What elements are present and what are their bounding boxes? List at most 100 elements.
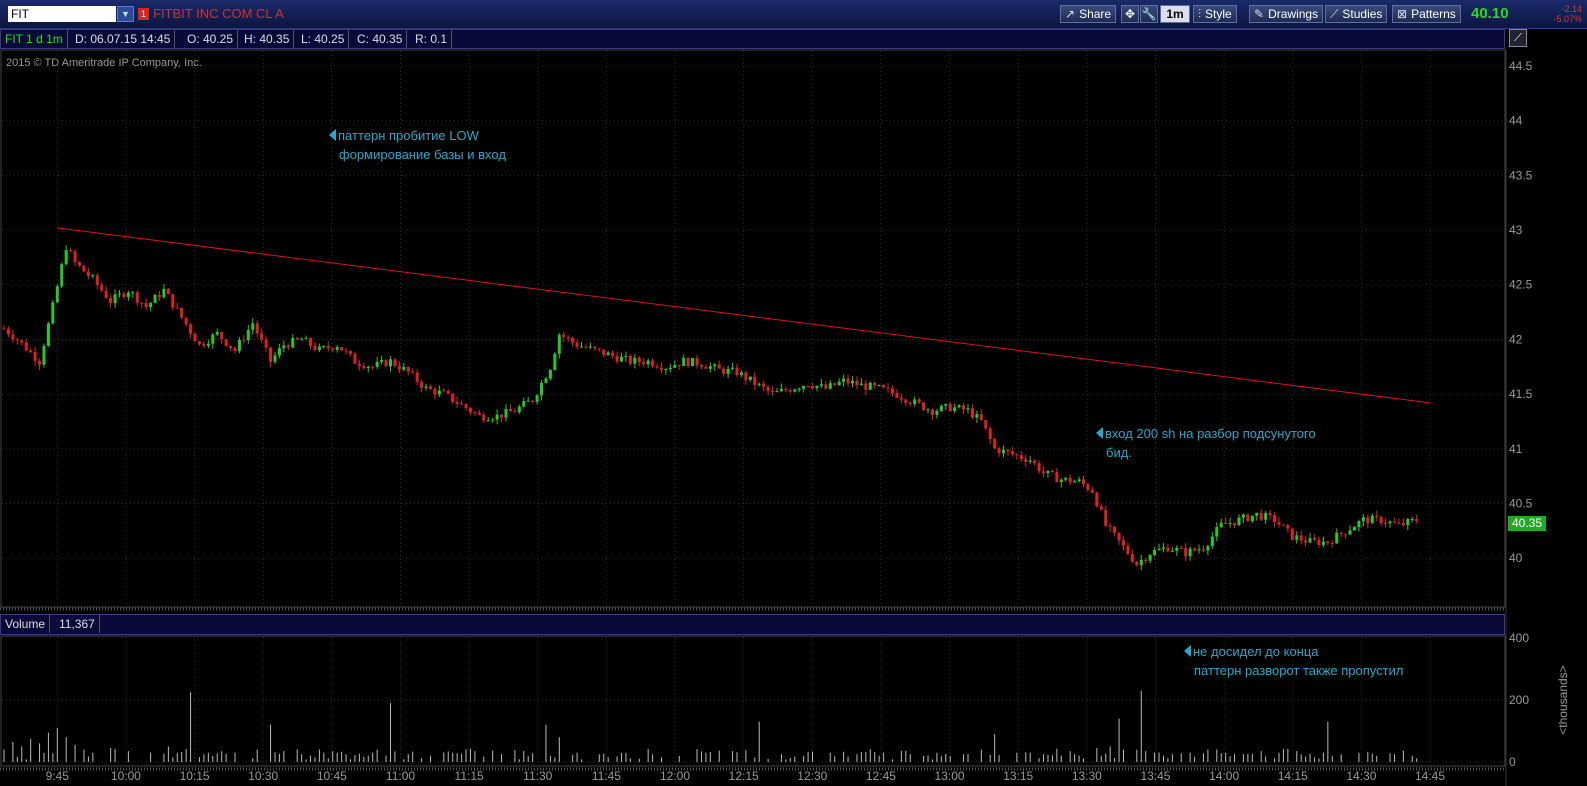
candle-body xyxy=(1197,549,1201,551)
candle-body xyxy=(899,397,903,400)
annotation-line: бид. xyxy=(1106,445,1132,460)
candle-body xyxy=(659,367,663,370)
candle-body xyxy=(1130,554,1134,562)
candle-body xyxy=(704,366,708,369)
candle-body xyxy=(406,366,410,372)
time-tick-label: 14:00 xyxy=(1209,769,1239,783)
candle-body xyxy=(611,352,615,356)
candle-body xyxy=(1028,460,1032,462)
candle-body xyxy=(682,358,686,366)
candle-body xyxy=(655,366,659,368)
candle-body xyxy=(95,275,99,285)
candle-body xyxy=(446,390,450,394)
candle-body xyxy=(86,271,90,276)
candle-body xyxy=(597,348,601,350)
candle-body xyxy=(1193,548,1197,551)
candle-body xyxy=(855,380,859,386)
candle-body xyxy=(1113,526,1117,533)
candle-body xyxy=(1326,541,1330,544)
annotation-line: паттерн пробитие LOW xyxy=(329,126,506,145)
candle-body xyxy=(1273,515,1277,523)
annotation-entry[interactable]: вход 200 sh на разбор подсунутого бид. xyxy=(1096,424,1316,462)
candle-body xyxy=(984,419,988,429)
candle-body xyxy=(1153,550,1157,555)
candle-body xyxy=(140,302,144,304)
time-tick-label: 13:30 xyxy=(1072,769,1102,783)
candle-body xyxy=(806,385,810,387)
time-tick-label: 13:00 xyxy=(935,769,965,783)
candle-body xyxy=(788,390,792,392)
candle-body xyxy=(1099,506,1103,510)
candle-body xyxy=(362,365,366,369)
candle-body xyxy=(317,346,321,350)
candle-body xyxy=(1268,513,1272,516)
candle-body xyxy=(833,383,837,385)
candle-body xyxy=(260,333,264,340)
candle-body xyxy=(1201,549,1205,551)
candle-body xyxy=(1090,489,1094,493)
candle-body xyxy=(1215,527,1219,537)
candle-body xyxy=(1233,523,1237,526)
candle-body xyxy=(651,360,655,367)
candle-body xyxy=(1161,547,1165,549)
candle-body xyxy=(504,408,508,418)
candle-body xyxy=(890,388,894,394)
candle-body xyxy=(1224,522,1228,524)
candle-body xyxy=(1082,479,1086,485)
candle-body xyxy=(1157,548,1161,551)
candle-body xyxy=(1259,512,1263,520)
candle-body xyxy=(1139,559,1143,566)
candle-body xyxy=(215,332,219,335)
candle-body xyxy=(948,403,952,412)
candle-body xyxy=(1148,554,1152,561)
candle-body xyxy=(1246,514,1250,521)
candle-body xyxy=(78,261,82,266)
candle-body xyxy=(20,340,24,343)
candle-body xyxy=(757,383,761,385)
candle-body xyxy=(1384,523,1388,525)
candle-body xyxy=(522,401,526,407)
candle-body xyxy=(1002,449,1006,454)
candle-body xyxy=(1379,516,1383,524)
candle-body xyxy=(1277,522,1281,525)
candles xyxy=(2,245,1419,571)
candle-body xyxy=(699,365,703,367)
candle-body xyxy=(1241,514,1245,518)
candle-body xyxy=(744,372,748,380)
candle-body xyxy=(1415,519,1419,522)
candle-body xyxy=(135,292,139,303)
candle-body xyxy=(273,355,277,362)
candle-body xyxy=(1121,540,1125,546)
candle-body xyxy=(593,346,597,349)
candle-body xyxy=(930,409,934,415)
candle-body xyxy=(300,339,304,341)
candle-body xyxy=(580,346,584,348)
annotation-low-breakout[interactable]: паттерн пробитие LOW формирование базы и… xyxy=(329,126,506,164)
candle-body xyxy=(171,294,175,308)
candle-body xyxy=(277,348,281,356)
candle-body xyxy=(904,399,908,403)
annotation-reversal[interactable]: не досидел до конца паттерн разворот так… xyxy=(1184,642,1403,680)
candle-body xyxy=(966,408,970,410)
candle-body xyxy=(60,264,64,287)
candle-body xyxy=(264,339,268,348)
candle-body xyxy=(420,381,424,388)
candle-body xyxy=(811,386,815,389)
candle-body xyxy=(979,414,983,420)
candle-body xyxy=(326,346,330,349)
candle-body xyxy=(149,302,153,308)
candle-body xyxy=(819,384,823,386)
candle-body xyxy=(482,414,486,421)
candle-body xyxy=(1321,541,1325,545)
candle-body xyxy=(739,372,743,376)
candle-body xyxy=(309,338,313,346)
candle-body xyxy=(1117,532,1121,541)
candle-body xyxy=(442,390,446,392)
candle-body xyxy=(1237,517,1241,526)
candle-body xyxy=(428,386,432,390)
time-tick-label: 12:00 xyxy=(660,769,690,783)
candle-body xyxy=(189,324,193,334)
candle-body xyxy=(500,414,504,418)
candle-body xyxy=(495,414,499,420)
candle-body xyxy=(846,378,850,384)
